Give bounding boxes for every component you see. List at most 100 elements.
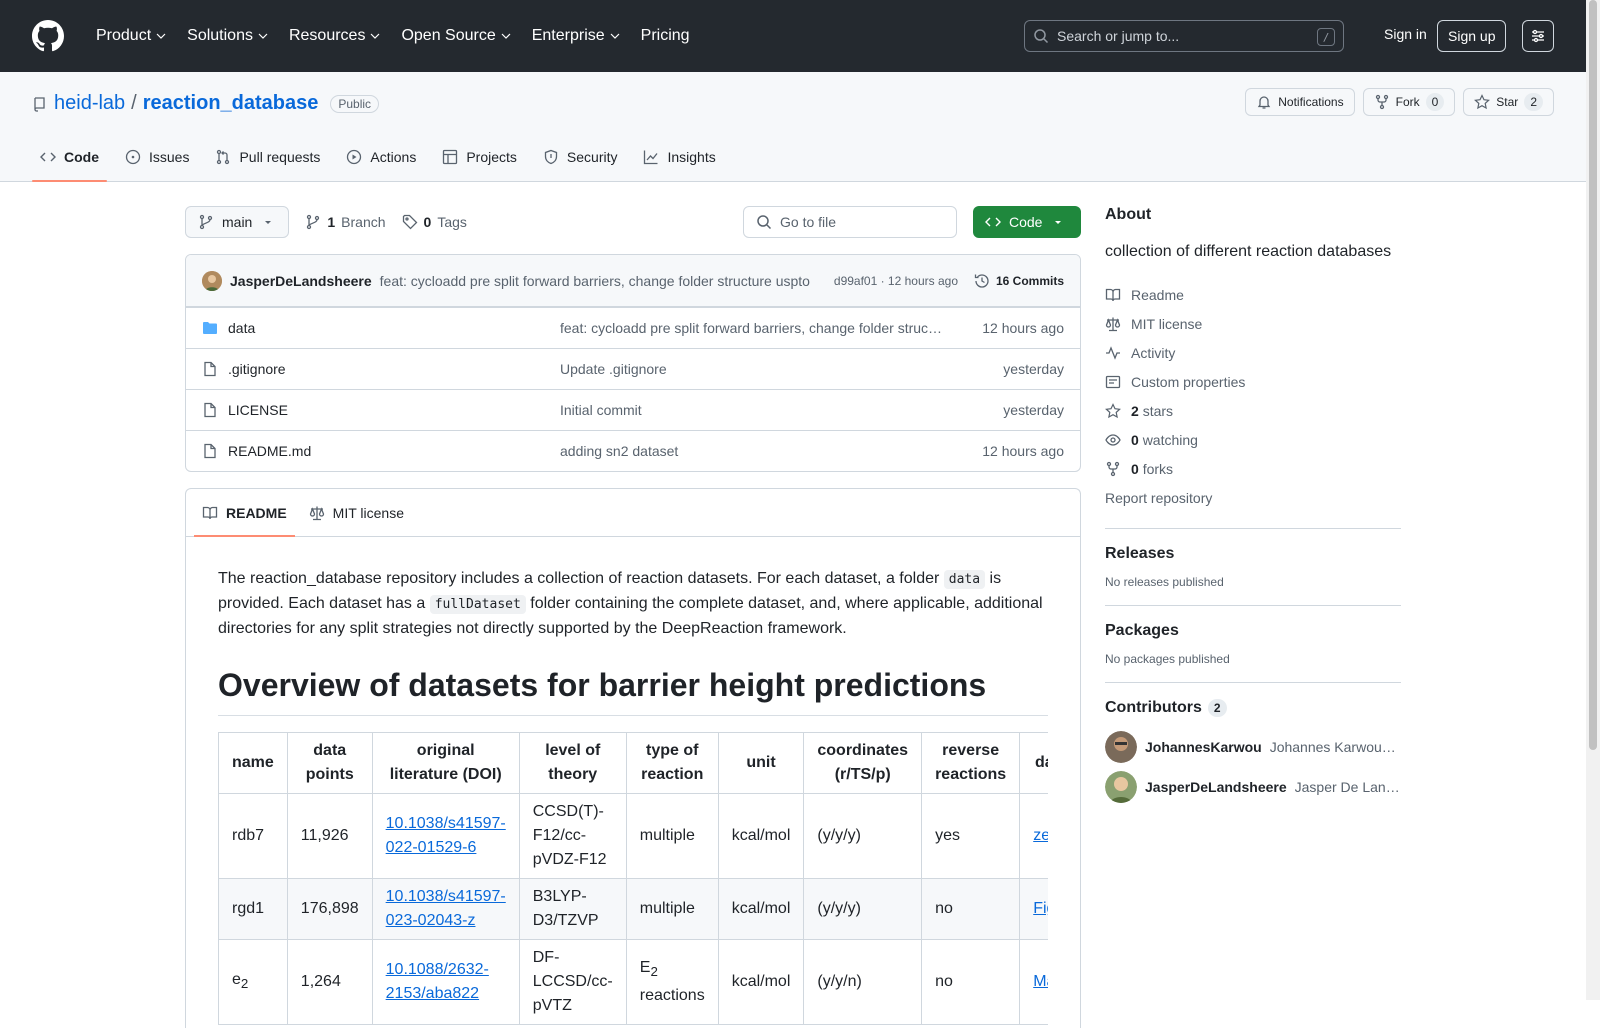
file-name[interactable]: data [228,320,255,336]
star-icon [1105,402,1121,418]
eye-icon [1105,433,1121,446]
nav-open-source[interactable]: Open Source [393,20,519,52]
book-icon [1105,288,1121,301]
tab-projects[interactable]: Projects [434,132,525,182]
commit-message[interactable]: feat: cycloadd pre split forward barrier… [380,273,810,289]
menu-button[interactable] [1522,20,1554,52]
contributor-item[interactable]: JohannesKarwou Johannes Karwoun… [1105,727,1401,767]
contributor-name: Johannes Karwoun… [1269,739,1401,755]
tab-code[interactable]: Code [32,132,107,182]
file-time: yesterday [1003,361,1064,377]
data-link[interactable]: Ma [1033,973,1048,990]
contributor-item[interactable]: JasperDeLandsheere Jasper De Lan… [1105,767,1401,807]
cell-theory: B3LYP-D3/TZVP [518,878,627,940]
tags-link[interactable]: 0 Tags [402,214,467,230]
file-commit-message[interactable]: feat: cycloadd pre split forward barrier… [560,320,944,336]
sidebar-item-forks[interactable]: 0 forks [1105,454,1401,483]
report-repository-link[interactable]: Report repository [1105,483,1401,512]
file-row[interactable]: data feat: cycloadd pre split forward ba… [186,307,1080,348]
nav-resources[interactable]: Resources [281,20,389,52]
nav-solutions[interactable]: Solutions [179,20,277,52]
commit-hash-time[interactable]: d99af01 · 12 hours ago [834,274,958,288]
readme-intro: The reaction_database repository include… [218,570,1043,637]
table-header: level of theory [518,732,627,794]
commits-link[interactable]: 16 Commits [974,273,1064,289]
notifications-button[interactable]: Notifications [1245,88,1355,116]
data-link[interactable]: ze [1033,827,1048,844]
github-logo-icon[interactable] [32,20,64,52]
tab-readme[interactable]: README [194,489,295,537]
sidebar-item-license[interactable]: MIT license [1105,309,1401,338]
branches-link[interactable]: 1 Branch [305,214,386,230]
branch-selector[interactable]: main [185,206,290,238]
page-scrollbar[interactable] [1586,0,1600,1000]
readme-heading: Overview of datasets for barrier height … [218,665,1048,716]
fork-icon [1106,461,1120,476]
sidebar-item-custom-properties[interactable]: Custom properties [1105,367,1401,396]
doi-link[interactable]: 10.1038/s41597-022-01529-6 [386,815,506,856]
star-icon [1474,94,1491,110]
search-icon [1034,29,1049,44]
nav-enterprise[interactable]: Enterprise [524,20,629,52]
file-row[interactable]: .gitignore Update .gitignore yesterday [186,348,1080,389]
file-browser: JasperDeLandsheere feat: cycloadd pre sp… [185,254,1081,472]
tab-pull-requests[interactable]: Pull requests [207,132,328,182]
fork-button[interactable]: Fork 0 [1362,88,1456,116]
releases-title[interactable]: Releases [1105,545,1401,563]
cell-points: 176,898 [286,878,373,940]
cell-unit: kcal/mol [717,793,805,879]
file-row[interactable]: README.md adding sn2 dataset 12 hours ag… [186,430,1080,471]
play-icon [347,149,362,165]
sign-up-button[interactable]: Sign up [1437,20,1507,52]
cell-coords: (y/y/y) [803,878,923,940]
main-content: main 1 Branch 0 Tags Go to file Code Jaspe… [185,206,1081,1028]
table-row: e2 1,264 10.1088/2632-2153/aba822 DF-LCC… [218,939,1048,1025]
avatar[interactable] [1105,731,1137,763]
scale-icon [309,506,324,520]
go-to-file-input[interactable]: Go to file [743,206,957,238]
datasets-table-wrapper[interactable]: name data points original literature (DO… [218,732,1048,1025]
repo-owner-link[interactable]: heid-lab [54,92,125,115]
sign-in-link[interactable]: Sign in [1376,22,1435,46]
scrollbar-thumb[interactable] [1589,0,1597,750]
file-commit-message[interactable]: Update .gitignore [560,361,944,377]
file-commit-message[interactable]: adding sn2 dataset [560,443,944,459]
tab-actions[interactable]: Actions [338,132,424,182]
repo-name-link[interactable]: reaction_database [143,92,319,115]
file-name[interactable]: LICENSE [228,402,288,418]
tab-issues[interactable]: Issues [117,132,197,182]
doi-link[interactable]: 10.1088/2632-2153/aba822 [386,961,489,1002]
fork-icon [1375,94,1388,110]
tab-license[interactable]: MIT license [301,489,412,536]
file-commit-message[interactable]: Initial commit [560,402,944,418]
tab-insights[interactable]: Insights [635,132,723,182]
avatar[interactable] [202,270,222,291]
table-header: unit [717,732,805,794]
code-dropdown-button[interactable]: Code [973,206,1081,238]
packages-title[interactable]: Packages [1105,622,1401,640]
file-name[interactable]: .gitignore [228,361,286,377]
file-row[interactable]: LICENSE Initial commit yesterday [186,389,1080,430]
doi-link[interactable]: 10.1038/s41597-023-02043-z [386,888,506,929]
tab-security[interactable]: Security [535,132,626,182]
data-link[interactable]: Fig [1033,900,1048,917]
avatar[interactable] [1105,771,1137,803]
nav-product[interactable]: Product [88,20,175,52]
cell-reverse: yes [921,793,1021,879]
contributors-title[interactable]: Contributors 2 [1105,699,1401,717]
file-icon [204,402,216,418]
file-icon [204,443,216,459]
sidebar-item-activity[interactable]: Activity [1105,338,1401,367]
repo-sidebar: About collection of different reaction d… [1105,206,1401,807]
sidebar-item-watching[interactable]: 0 watching [1105,425,1401,454]
packages-empty: No packages published [1105,652,1230,666]
search-input[interactable]: Search or jump to... / [1024,20,1344,52]
nav-pricing[interactable]: Pricing [633,20,698,52]
visibility-badge: Public [330,94,380,113]
sidebar-item-stars[interactable]: 2 stars [1105,396,1401,425]
file-name[interactable]: README.md [228,443,311,459]
star-button[interactable]: Star 2 [1463,88,1554,116]
table-row: rgd1 176,898 10.1038/s41597-023-02043-z … [218,878,1048,940]
sidebar-item-readme[interactable]: Readme [1105,280,1401,309]
commit-author[interactable]: JasperDeLandsheere [230,273,372,289]
